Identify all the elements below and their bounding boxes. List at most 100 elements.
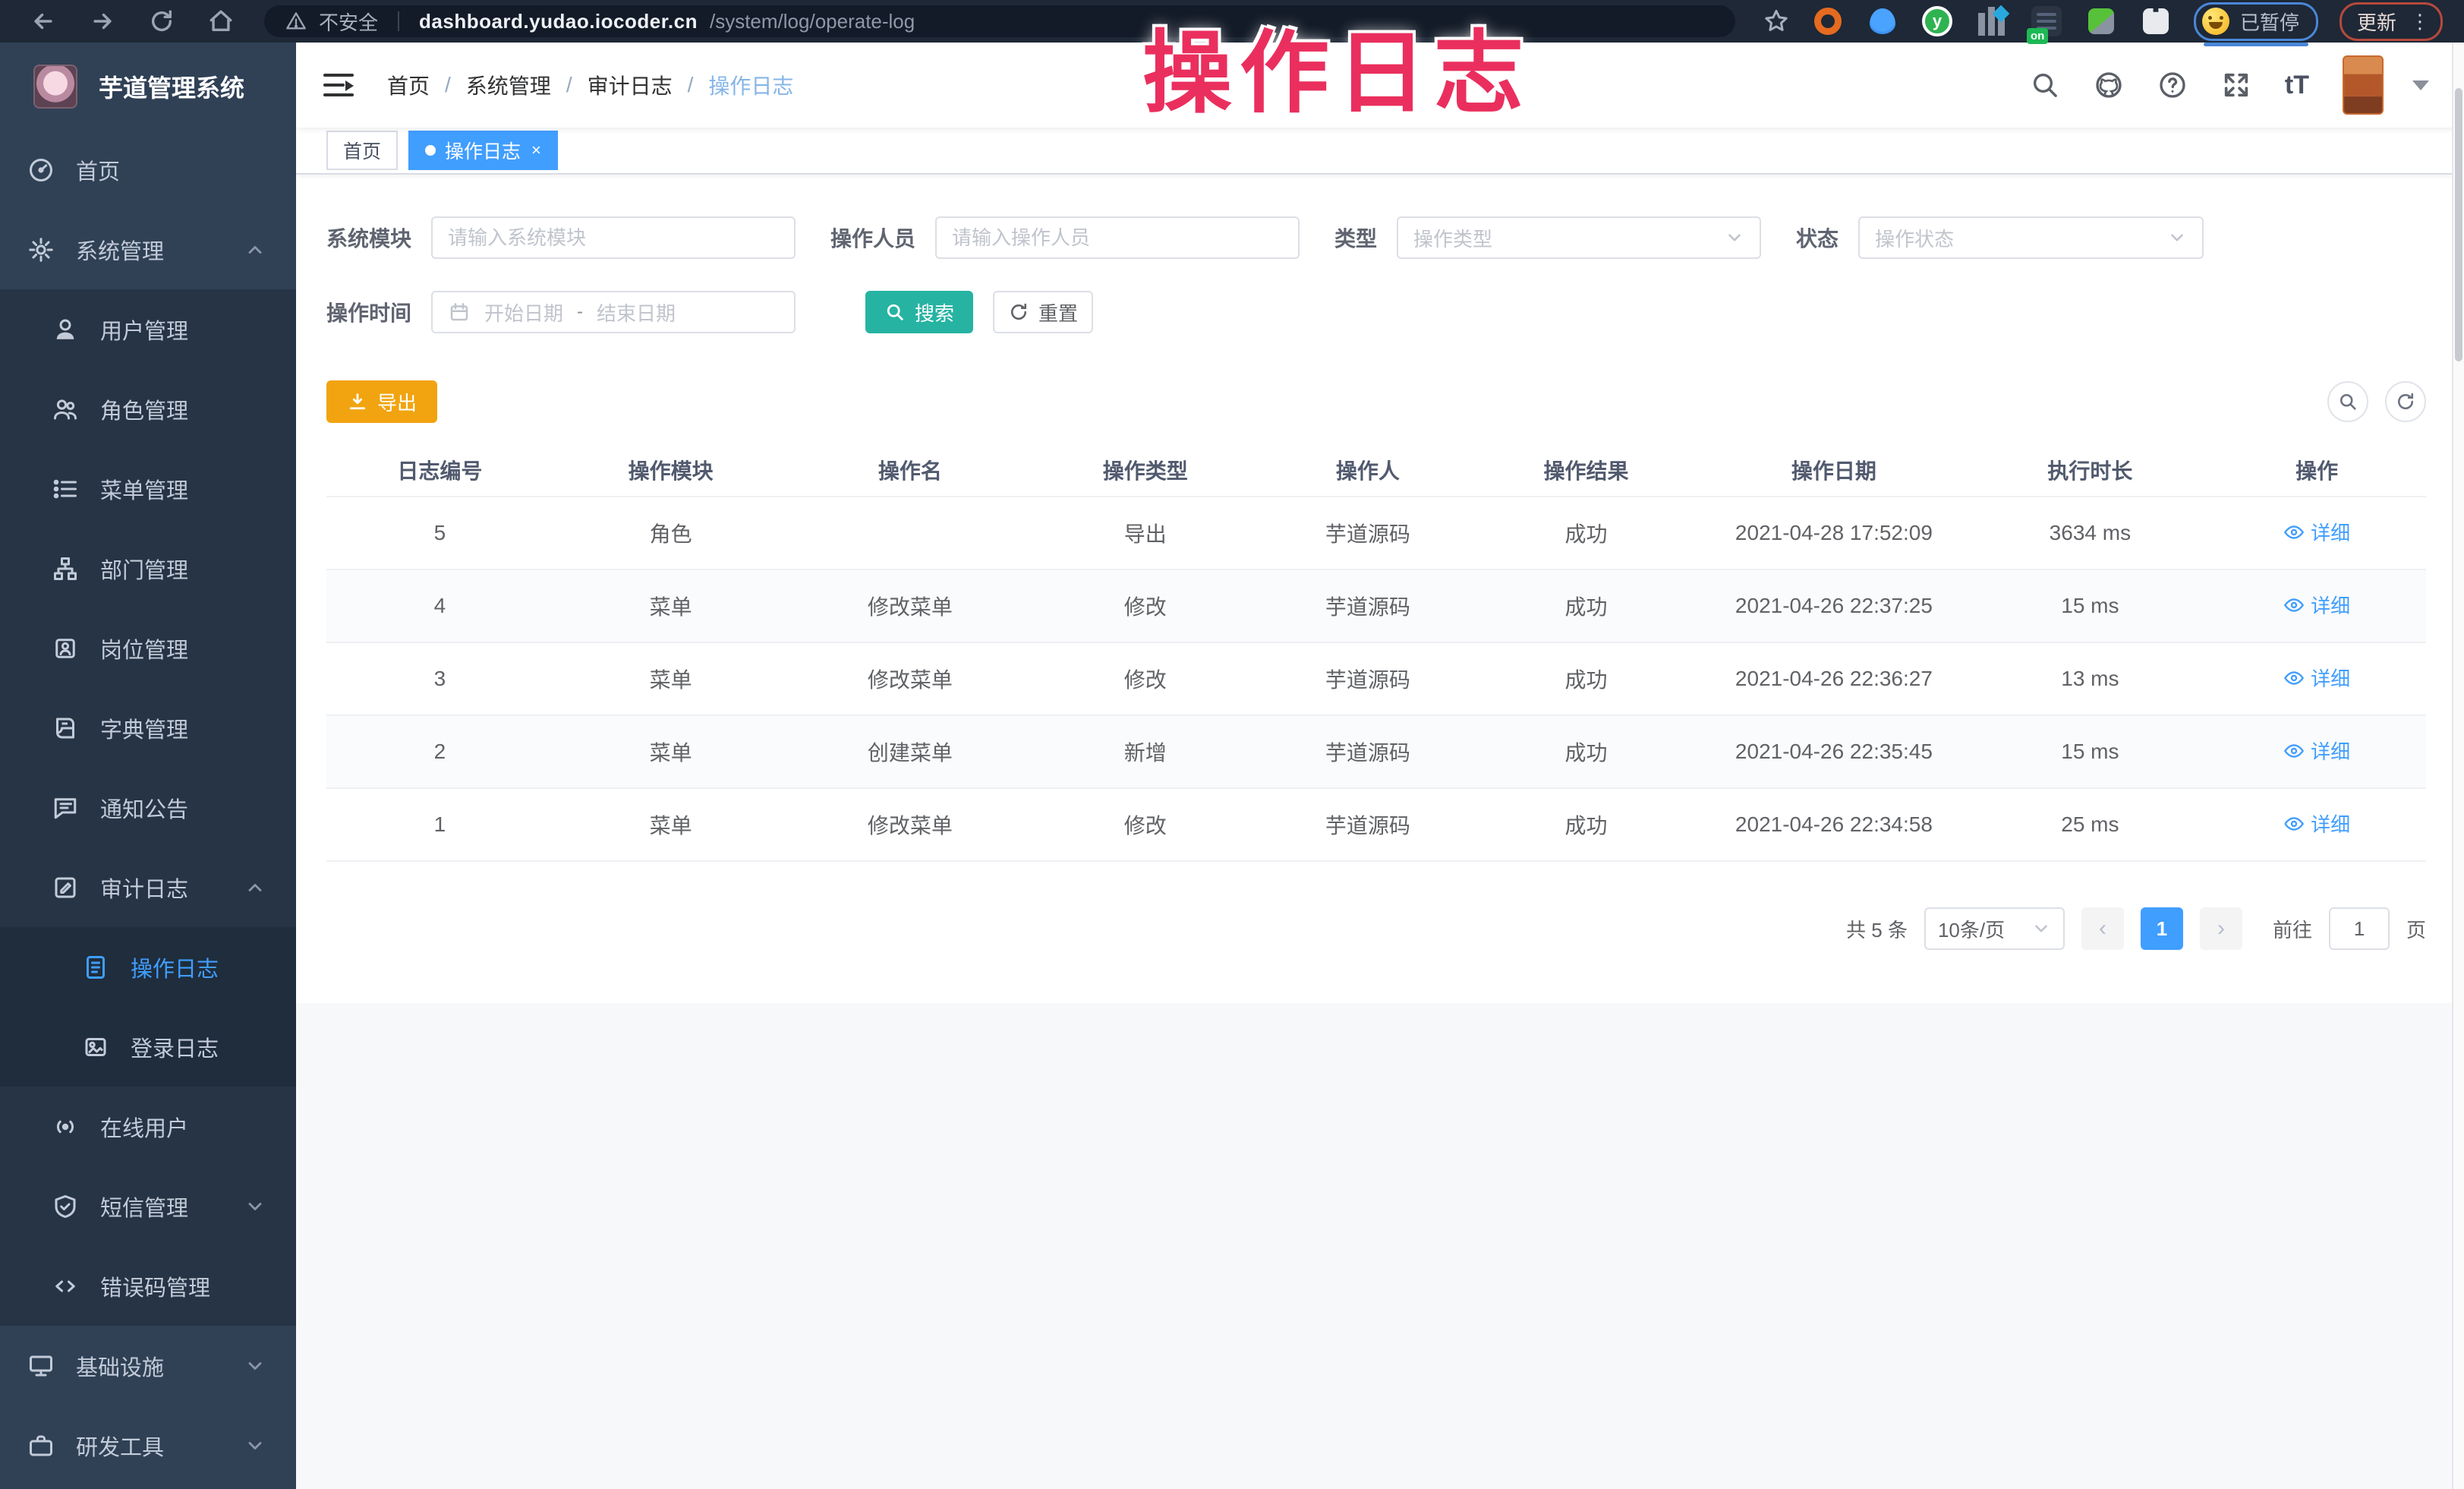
back-icon[interactable] (30, 8, 56, 34)
address-bar[interactable]: 不安全 dashboard.yudao.iocoder.cn/system/lo… (264, 5, 1735, 37)
sidebar-item-dictionary[interactable]: 字典管理 (0, 688, 296, 768)
date-range-picker[interactable]: 开始日期 - 结束日期 (431, 291, 796, 333)
sidebar-item-users[interactable]: 用户管理 (0, 289, 296, 369)
show-search-toggle-button[interactable] (2327, 381, 2368, 422)
sidebar-item-label: 审计日志 (100, 872, 188, 904)
log-result: 成功 (1477, 664, 1696, 694)
detail-link[interactable]: 详细 (2283, 664, 2350, 692)
browser-toolbar: 不安全 dashboard.yudao.iocoder.cn/system/lo… (0, 0, 2464, 43)
extensions-puzzle-icon[interactable] (2139, 5, 2173, 38)
chevron-down-icon (244, 1435, 266, 1456)
reload-icon[interactable] (149, 8, 175, 34)
bookmark-star-icon[interactable] (1763, 8, 1790, 35)
sidebar-item-notices[interactable]: 通知公告 (0, 768, 296, 847)
sidebar-item-operate-log[interactable]: 操作日志 (0, 927, 296, 1007)
sidebar-item-menus[interactable]: 菜单管理 (0, 449, 296, 528)
detail-link[interactable]: 详细 (2283, 591, 2350, 619)
breadcrumb-item[interactable]: 系统管理 (466, 70, 551, 100)
sidebar-item-error-codes[interactable]: 错误码管理 (0, 1246, 296, 1326)
help-icon[interactable] (2157, 70, 2188, 100)
dashboard-icon (27, 156, 55, 184)
user-avatar[interactable] (2343, 55, 2384, 115)
detail-link[interactable]: 详细 (2283, 518, 2350, 546)
sidebar-item-label: 登录日志 (131, 1031, 219, 1063)
table-toolbar: 导出 (326, 333, 2426, 423)
log-module: 菜单 (553, 591, 789, 621)
prev-page-button[interactable]: ‹ (2081, 907, 2124, 950)
log-id: 4 (326, 594, 553, 618)
url-domain: dashboard.yudao.iocoder.cn (419, 10, 698, 33)
status-select[interactable]: 操作状态 (1858, 216, 2204, 259)
eye-icon (2283, 522, 2305, 543)
sidebar-item-system[interactable]: 系统管理 (0, 210, 296, 289)
log-type: 导出 (1032, 518, 1259, 548)
sidebar-item-dev-tools[interactable]: 研发工具 (0, 1405, 296, 1485)
range-separator: - (577, 301, 583, 323)
log-module: 角色 (553, 518, 789, 548)
sidebar-logo[interactable]: 芋道管理系统 (0, 43, 296, 130)
sidebar-item-login-log[interactable]: 登录日志 (0, 1007, 296, 1087)
search-icon[interactable] (2030, 70, 2060, 100)
app-header: 首页 / 系统管理 / 审计日志 / 操作日志 tT (296, 43, 2464, 128)
tab-operate-log[interactable]: 操作日志 × (408, 131, 558, 170)
goto-page-input[interactable] (2329, 907, 2390, 950)
login-log-icon (82, 1033, 109, 1061)
log-operator: 芋道源码 (1259, 591, 1477, 621)
window-scrollbar[interactable] (2452, 43, 2464, 1489)
forward-icon[interactable] (90, 8, 115, 34)
page-number-1[interactable]: 1 (2141, 907, 2183, 950)
profile-paused-chip[interactable]: 已暂停 (2194, 2, 2318, 41)
reset-button[interactable]: 重置 (993, 291, 1093, 333)
extension-green-v-icon[interactable]: y (1920, 5, 1954, 38)
sidebar-item-posts[interactable]: 岗位管理 (0, 608, 296, 688)
sidebar-item-departments[interactable]: 部门管理 (0, 528, 296, 608)
export-button[interactable]: 导出 (326, 380, 437, 423)
sidebar-toggle-icon[interactable] (323, 72, 354, 98)
detail-link[interactable]: 详细 (2283, 809, 2350, 838)
page-size-select[interactable]: 10条/页 (1924, 907, 2065, 950)
tab-home[interactable]: 首页 (326, 131, 398, 170)
chevron-up-icon (244, 877, 266, 898)
operator-input[interactable] (952, 226, 1283, 250)
extension-orange-icon[interactable] (1811, 5, 1845, 38)
profile-emoji-avatar (2202, 8, 2229, 35)
sidebar-item-online-users[interactable]: 在线用户 (0, 1087, 296, 1166)
extension-switch-icon[interactable]: on (2030, 5, 2063, 38)
tab-close-icon[interactable]: × (531, 140, 541, 160)
breadcrumb-item[interactable]: 首页 (387, 70, 430, 100)
address-divider (398, 11, 399, 31)
fullscreen-icon[interactable] (2221, 70, 2251, 100)
log-module: 菜单 (553, 664, 789, 694)
browser-update-button[interactable]: 更新 ⋮ (2340, 2, 2443, 41)
sidebar-item-label: 在线用户 (100, 1111, 188, 1143)
search-button[interactable]: 搜索 (865, 291, 973, 333)
github-icon[interactable] (2094, 70, 2124, 100)
table-row: 1 菜单 修改菜单 修改 芋道源码 成功 2021-04-26 22:34:58… (326, 789, 2426, 862)
scrollbar-thumb[interactable] (2455, 88, 2462, 361)
extension-pin-icon[interactable] (1866, 5, 1899, 38)
type-select[interactable]: 操作类型 (1397, 216, 1761, 259)
sidebar-item-label: 部门管理 (100, 553, 188, 585)
detail-link[interactable]: 详细 (2283, 737, 2350, 765)
extension-columns-icon[interactable] (1975, 5, 2009, 38)
operate-log-icon (82, 954, 109, 981)
sidebar-item-roles[interactable]: 角色管理 (0, 369, 296, 449)
sidebar-item-sms[interactable]: 短信管理 (0, 1166, 296, 1246)
eye-icon (2283, 595, 2305, 616)
log-result: 成功 (1477, 737, 1696, 767)
chevron-up-icon (244, 239, 266, 260)
sidebar-item-audit-log[interactable]: 审计日志 (0, 847, 296, 927)
extension-leaf-icon[interactable] (2084, 5, 2118, 38)
user-menu-caret-icon[interactable] (2412, 80, 2429, 90)
module-input[interactable] (448, 226, 779, 250)
refresh-table-button[interactable] (2385, 381, 2426, 422)
next-page-button[interactable]: › (2200, 907, 2242, 950)
browser-menu-icon[interactable]: ⋮ (2410, 11, 2430, 31)
home-icon[interactable] (208, 8, 234, 34)
sidebar-item-label: 通知公告 (100, 792, 188, 824)
column-header: 操作类型 (1032, 455, 1259, 485)
sidebar-item-home[interactable]: 首页 (0, 130, 296, 210)
font-size-icon[interactable]: tT (2285, 71, 2309, 100)
sidebar-item-infrastructure[interactable]: 基础设施 (0, 1326, 296, 1405)
breadcrumb-item[interactable]: 审计日志 (588, 70, 673, 100)
